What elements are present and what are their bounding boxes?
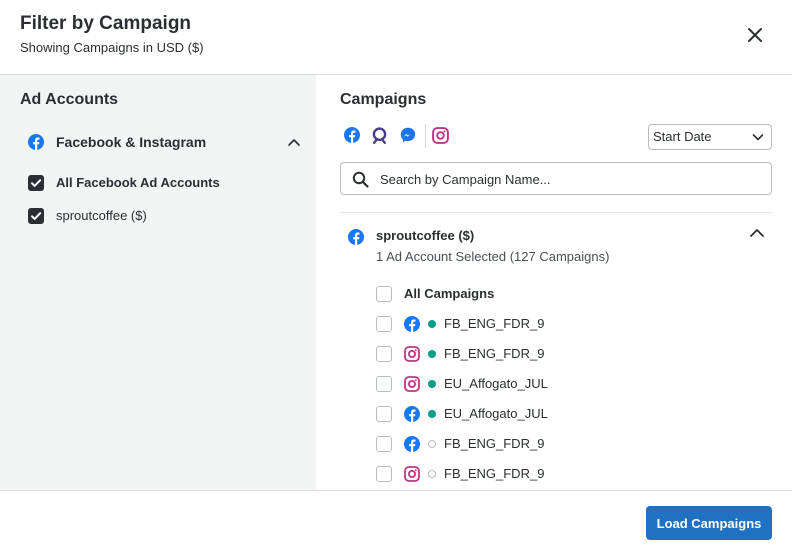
messenger-icon[interactable] — [400, 127, 416, 143]
sproutcoffee-account-checkbox[interactable] — [28, 208, 44, 224]
campaign-name: FB_ENG_FDR_9 — [444, 346, 545, 361]
network-group-label: Facebook & Instagram — [56, 134, 207, 150]
sort-select-value: Start Date — [653, 129, 712, 144]
active-status-dot — [428, 350, 436, 358]
all-campaigns-checkbox[interactable] — [376, 286, 392, 302]
all-campaigns-label: All Campaigns — [404, 286, 495, 301]
active-status-dot — [428, 380, 436, 388]
campaign-checkbox[interactable] — [376, 316, 392, 332]
chevron-up-icon[interactable] — [749, 227, 765, 238]
instagram-icon — [404, 466, 420, 482]
audience-icon[interactable] — [371, 127, 388, 144]
campaign-name: EU_Affogato_JUL — [444, 376, 548, 391]
chevron-down-icon — [752, 134, 764, 141]
inactive-status-dot — [428, 440, 436, 448]
search-icon — [352, 171, 369, 188]
chevron-up-icon[interactable] — [287, 137, 301, 147]
active-status-dot — [428, 320, 436, 328]
facebook-icon — [404, 406, 420, 422]
facebook-icon — [28, 134, 44, 150]
all-ad-accounts-label: All Facebook Ad Accounts — [56, 175, 220, 190]
close-icon[interactable] — [744, 24, 766, 46]
facebook-icon — [404, 436, 420, 452]
sproutcoffee-account-label: sproutcoffee ($) — [56, 208, 147, 223]
account-group-name: sproutcoffee ($) — [376, 228, 475, 243]
campaigns-title: Campaigns — [340, 91, 427, 108]
account-group-summary: 1 Ad Account Selected (127 Campaigns) — [376, 249, 610, 264]
campaign-name: FB_ENG_FDR_9 — [444, 466, 545, 481]
check-icon — [28, 175, 44, 191]
currency-subtitle: Showing Campaigns in USD ($) — [20, 40, 204, 55]
campaign-name: EU_Affogato_JUL — [444, 406, 548, 421]
check-icon — [28, 208, 44, 224]
campaign-name: FB_ENG_FDR_9 — [444, 316, 545, 331]
facebook-icon — [404, 316, 420, 332]
instagram-icon — [404, 346, 420, 362]
instagram-icon — [404, 376, 420, 392]
campaign-search-box[interactable] — [340, 162, 772, 195]
section-divider — [340, 212, 772, 213]
campaign-checkbox[interactable] — [376, 436, 392, 452]
active-status-dot — [428, 410, 436, 418]
filter-divider — [425, 124, 426, 148]
all-ad-accounts-checkbox[interactable] — [28, 175, 44, 191]
facebook-icon[interactable] — [344, 127, 360, 143]
modal-header: Filter by Campaign Showing Campaigns in … — [0, 0, 792, 75]
campaign-checkbox[interactable] — [376, 346, 392, 362]
campaign-search-input[interactable] — [380, 170, 760, 188]
ad-accounts-title: Ad Accounts — [20, 91, 119, 108]
modal-title: Filter by Campaign — [20, 13, 192, 34]
inactive-status-dot — [428, 470, 436, 478]
instagram-icon[interactable] — [432, 127, 449, 144]
campaign-checkbox[interactable] — [376, 376, 392, 392]
campaign-checkbox[interactable] — [376, 466, 392, 482]
campaign-name: FB_ENG_FDR_9 — [444, 436, 545, 451]
sort-select[interactable]: Start Date — [648, 124, 772, 150]
campaign-checkbox[interactable] — [376, 406, 392, 422]
facebook-icon — [348, 229, 364, 245]
load-campaigns-button[interactable]: Load Campaigns — [646, 506, 772, 540]
